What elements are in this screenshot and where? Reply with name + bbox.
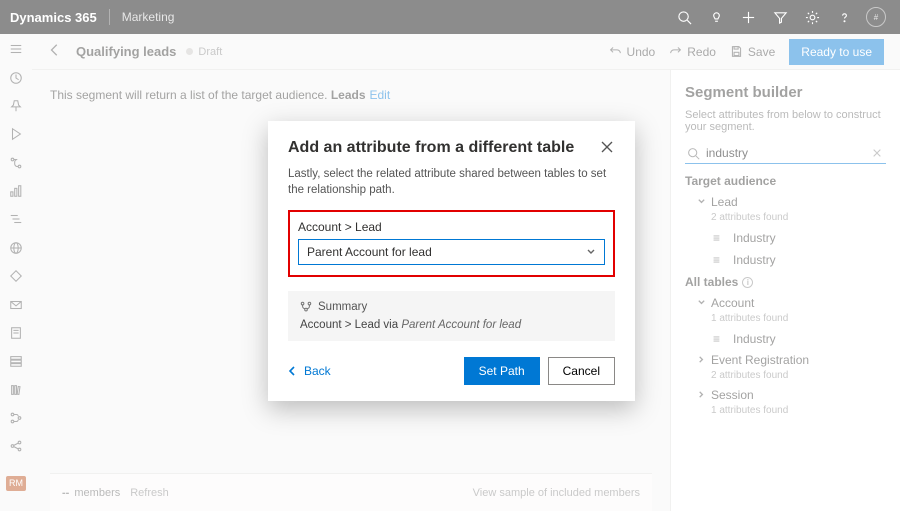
combo-value: Parent Account for lead bbox=[307, 245, 586, 259]
set-path-button[interactable]: Set Path bbox=[464, 357, 540, 385]
add-attribute-dialog: Add an attribute from a different table … bbox=[268, 121, 635, 401]
summary-icon bbox=[300, 301, 312, 313]
summary-path: Account > Lead via Parent Account for le… bbox=[300, 319, 603, 331]
dialog-title: Add an attribute from a different table bbox=[288, 139, 599, 157]
close-icon[interactable] bbox=[599, 139, 615, 158]
summary-card: Summary Account > Lead via Parent Accoun… bbox=[288, 291, 615, 341]
dialog-description: Lastly, select the related attribute sha… bbox=[288, 166, 615, 198]
path-breadcrumb: Account > Lead bbox=[298, 220, 605, 234]
relationship-highlight: Account > Lead Parent Account for lead bbox=[288, 210, 615, 277]
dialog-back-button[interactable]: Back bbox=[288, 364, 331, 378]
relationship-combo[interactable]: Parent Account for lead bbox=[298, 239, 605, 265]
cancel-button[interactable]: Cancel bbox=[548, 357, 615, 385]
chevron-down-icon bbox=[586, 247, 596, 257]
summary-label: Summary bbox=[318, 301, 367, 313]
